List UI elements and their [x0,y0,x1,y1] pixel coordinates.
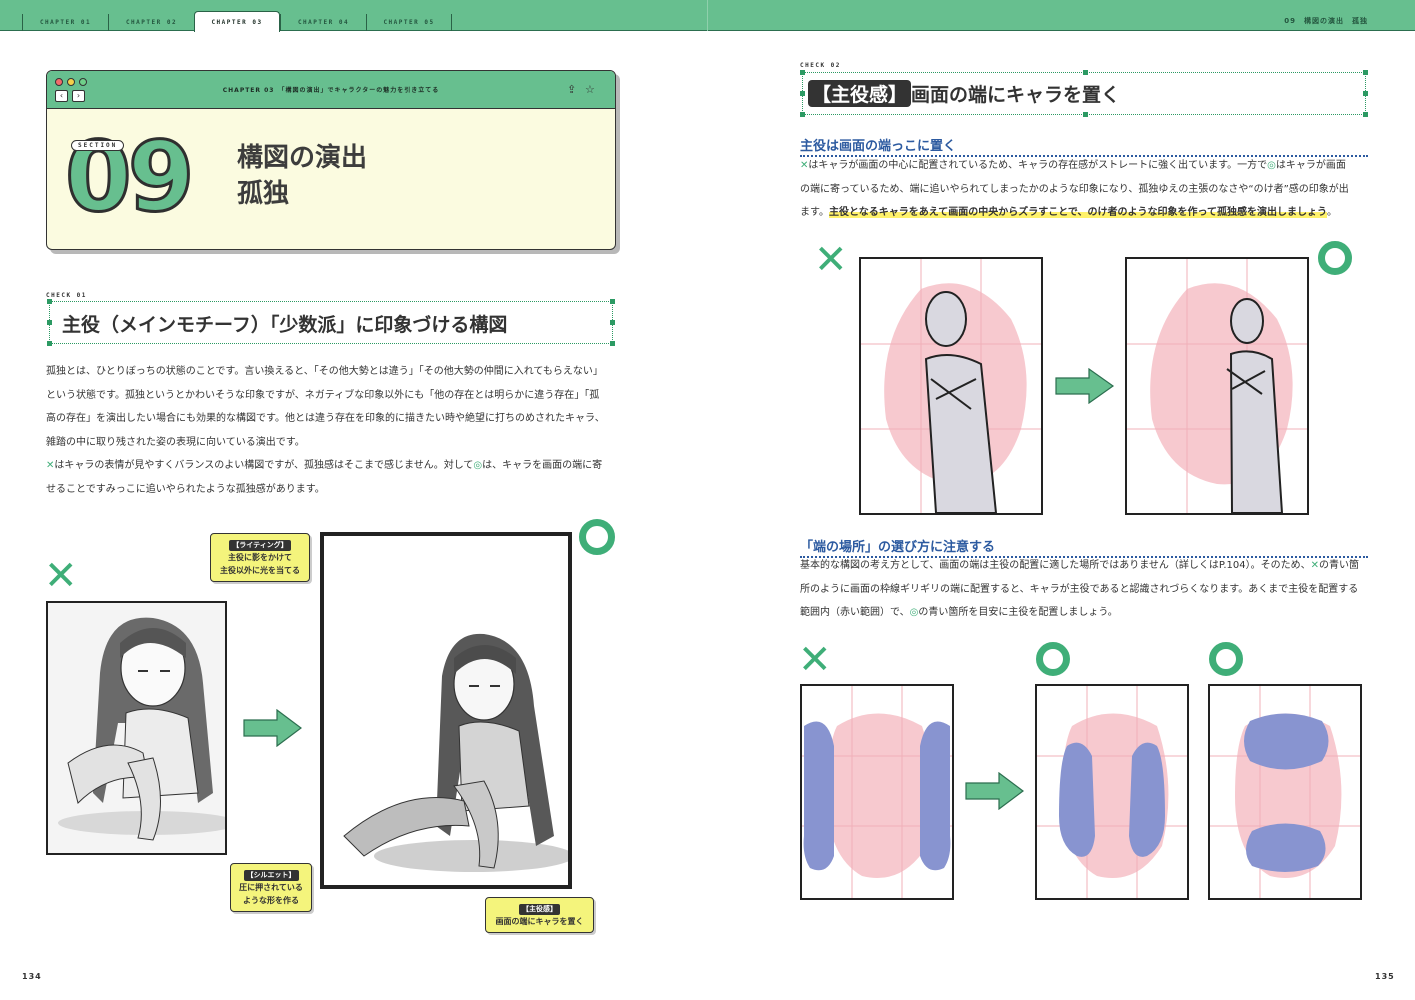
seated-girl-illustration [48,603,225,853]
tab-chapter-01[interactable]: CHAPTER 01 [22,14,108,31]
o-mark-icon [1209,642,1243,676]
share-icon[interactable]: ⇪ [567,83,576,96]
illustration-before-panel [46,601,227,855]
o-mark-icon [1318,241,1352,275]
mannequin-centered-diagram [861,259,1041,513]
callout-lighting: 【ライティング】 主役に影をかけて 主役以外に光を当てる [210,533,310,582]
section-label: SECTION [71,140,125,151]
section-subtitle: 孤独 [237,179,290,209]
arrow-right-icon [243,709,302,747]
o-mark-icon [579,519,615,555]
section-title: 構図の演出 [237,143,368,173]
callout-lead: 【主役感】 画面の端にキャラを置く [485,897,594,933]
zone-good-side-panel [1035,684,1189,900]
callout-silhouette: 【シルエット】 圧に押されている ような形を作る [230,863,312,912]
card-bar-title: CHAPTER 03 「構図の演出」でキャラクターの魅力を引き立てる [222,87,440,94]
section-card: ‹ › CHAPTER 03 「構図の演出」でキャラクターの魅力を引き立てる ⇪… [46,70,616,250]
check-01-label: CHECK 01 [46,292,87,299]
x-mark-icon: ✕ [798,637,832,683]
o-mark-icon: ◎ [473,460,483,471]
zone-good-vertical-panel [1208,684,1362,900]
check-01-heading: 主役（メインモチーフ）「少数派」に印象づける構図 [62,314,508,336]
tab-chapter-03[interactable]: CHAPTER 03 [194,11,280,32]
x-mark-icon: ✕ [1310,560,1320,571]
zone-bad-diagram [802,686,952,898]
tab-chapter-05[interactable]: CHAPTER 05 [366,14,451,31]
left-body-text: 孤独とは、ひとりぼっちの状態のことです。言い換えると、「その他大勢とは違う」「そ… [46,366,605,495]
zone-good-vertical-diagram [1210,686,1360,898]
page-number-left: 134 [22,972,42,981]
mannequin-edge-diagram [1127,259,1307,513]
arrow-right-icon [965,772,1024,810]
zone-good-side-diagram [1037,686,1187,898]
check-02-label: CHECK 02 [800,62,841,69]
right-body-text-2: 基本的な構図の考え方として、画面の端は主役の配置に適した場所ではありません（詳し… [800,560,1360,618]
page-number-right: 135 [1375,972,1395,981]
zone-bad-panel [800,684,954,900]
o-mark-icon [1036,642,1070,676]
figure-centered-panel [859,257,1043,515]
tab-chapter-04[interactable]: CHAPTER 04 [280,14,366,31]
right-body-text-1: ✕はキャラが画面の中心に配置されているため、キャラの存在感がストレートに強く出て… [800,160,1349,218]
illustration-after-panel [320,532,572,889]
figure-edge-panel [1125,257,1309,515]
x-mark-icon: ✕ [814,237,848,283]
arrow-right-icon [1055,368,1115,404]
bookmark-star-icon[interactable]: ☆ [585,83,595,96]
page-spine [707,0,708,31]
tab-chapter-02[interactable]: CHAPTER 02 [108,14,194,31]
running-head: 09 構図の演出 孤独 [1284,17,1368,25]
check-02-heading: 【主役感】 画面の端にキャラを置く [808,80,1120,107]
o-mark-icon: ◎ [1267,160,1276,171]
seated-girl-corner-illustration [324,536,568,885]
chapter-tab-bar: CHAPTER 01 CHAPTER 02 CHAPTER 03 CHAPTER… [0,0,1415,32]
x-mark-icon: ✕ [44,553,78,599]
card-window-bar: ‹ › CHAPTER 03 「構図の演出」でキャラクターの魅力を引き立てる ⇪… [47,71,615,109]
tab-divider [451,14,452,31]
